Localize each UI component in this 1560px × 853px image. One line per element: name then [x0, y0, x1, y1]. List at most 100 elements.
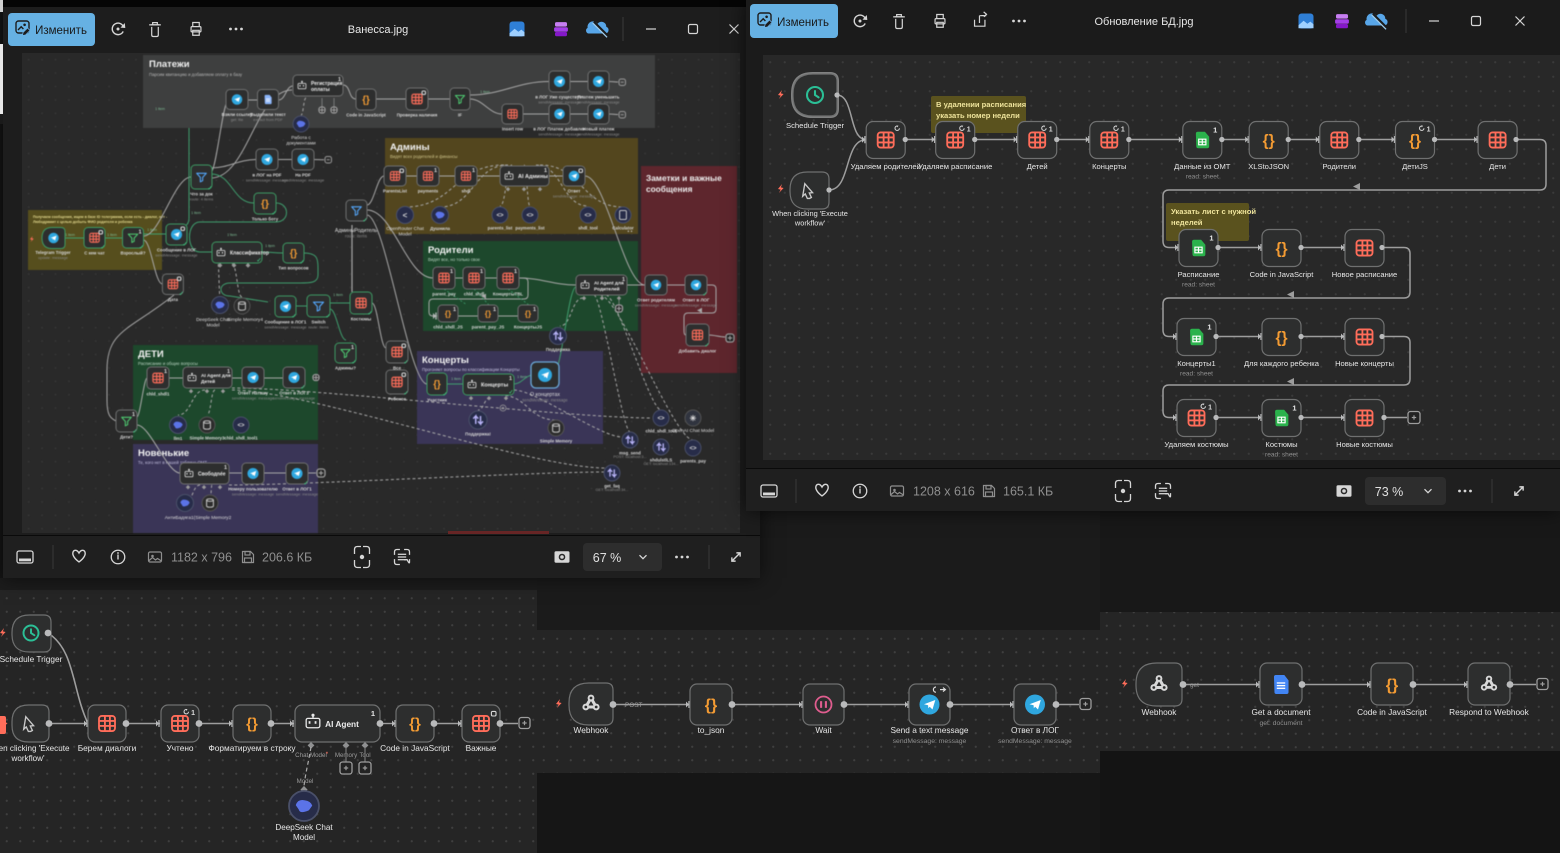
svg-text:Указать лист с нужной: Указать лист с нужной	[1171, 207, 1256, 216]
svg-text:When clicking 'Execute: When clicking 'Execute	[0, 744, 70, 753]
svg-text:read: sheet: read: sheet	[1180, 371, 1213, 378]
svg-text:Детей: Детей	[201, 378, 215, 385]
svg-text:parent_pay: parent_pay	[432, 292, 456, 297]
svg-text:КонцертыTBL: КонцертыTBL	[493, 292, 524, 297]
svg-text:Свободnée: Свободnée	[198, 471, 226, 478]
svg-text:• •: • •	[628, 229, 633, 235]
svg-text:payments_list: payments_list	[515, 226, 545, 231]
svg-text:{}: {}	[246, 716, 258, 733]
svg-text:Форматируем в строку: Форматируем в строку	[208, 743, 296, 753]
svg-text:sendMessage: message: sendMessage: message	[232, 396, 274, 401]
svg-text:1: 1	[1213, 126, 1217, 135]
svg-text:sendMessage: message: sendMessage: message	[538, 132, 580, 137]
svg-text:Chat Model: Chat Model	[295, 752, 327, 759]
svg-text:Ребенок: Ребенок	[388, 397, 407, 402]
svg-text:DeepSeek Chat: DeepSeek Chat	[196, 317, 231, 323]
svg-text:1 item: 1 item	[155, 107, 165, 111]
svg-text:✓: ✓	[403, 360, 408, 366]
svg-text:Webhook: Webhook	[574, 725, 610, 735]
svg-text:chld_shdl_JS: chld_shdl_JS	[433, 325, 463, 330]
svg-text:1: 1	[544, 168, 547, 174]
svg-text:Расписание: Расписание	[1178, 270, 1220, 279]
svg-text:Дети?: Дети?	[120, 435, 133, 440]
svg-text:1: 1	[1292, 404, 1296, 413]
svg-text:parents_list: parents_list	[488, 226, 513, 231]
svg-text:update: message: update: message	[38, 255, 68, 260]
svg-text:1: 1	[224, 465, 227, 471]
svg-text:АнтиБадяга1(Simple Memory2: АнтиБадяга1(Simple Memory2	[165, 515, 232, 521]
svg-text:73 %: 73 %	[1375, 485, 1404, 499]
svg-text:В удалении расписания: В удалении расписания	[936, 100, 1026, 109]
svg-text:{}: {}	[290, 248, 298, 259]
svg-text:OpenAI Chat Model: OpenAI Chat Model	[672, 428, 714, 434]
svg-text:Админы?: Админы?	[335, 366, 356, 371]
svg-text:1 item: 1 item	[265, 244, 275, 248]
svg-text:С кем чат: С кем чат	[84, 251, 105, 256]
svg-text:1 item: 1 item	[191, 211, 201, 215]
svg-text:{}: {}	[409, 716, 421, 733]
svg-text:Родителей: Родителей	[594, 286, 620, 293]
svg-text:Душнила: Душнила	[430, 226, 450, 231]
svg-text:parents_pay: parents_pay	[680, 459, 706, 464]
svg-text:сообщения: сообщения	[646, 184, 693, 194]
svg-text:Концерты: Концерты	[1092, 162, 1126, 171]
svg-text:shdl_tool: shdl_tool	[578, 226, 598, 231]
svg-text:sendMessage: message: sendMessage: message	[273, 396, 315, 401]
svg-text:1 item: 1 item	[65, 233, 75, 237]
svg-text:1 item: 1 item	[107, 233, 117, 237]
svg-text:ДЕТИ: ДЕТИ	[138, 349, 164, 360]
svg-text:Платежи: Платежи	[149, 59, 190, 70]
svg-text:route: items: route: items	[308, 325, 328, 330]
svg-text:Code in JavaScript: Code in JavaScript	[1357, 707, 1427, 717]
svg-text:parent_pay_JS: parent_pay_JS	[472, 325, 505, 330]
svg-text:route: items: route: items	[345, 234, 367, 239]
svg-text:shdl: shdl	[461, 189, 470, 194]
svg-text:✳: ✳	[690, 414, 697, 423]
svg-text:165.1 КБ: 165.1 КБ	[1003, 485, 1053, 499]
svg-text:Костюмы: Костюмы	[351, 317, 372, 322]
svg-text:OpenRouter Chat: OpenRouter Chat	[386, 226, 424, 232]
svg-text:Ответ в ЛОГ: Ответ в ЛОГ	[1011, 725, 1060, 735]
svg-text:Админы: Админы	[390, 142, 430, 153]
svg-text:Новые костюмы: Новые костюмы	[1336, 440, 1393, 449]
svg-text:sendMessage: message: sendMessage: message	[282, 178, 324, 183]
svg-text:1208 x 616: 1208 x 616	[913, 485, 975, 499]
svg-text:Insert row: Insert row	[502, 127, 524, 132]
svg-text:read: sheet: read: sheet	[1186, 174, 1219, 181]
svg-text:<>: <>	[689, 446, 697, 452]
svg-text:✓: ✓	[508, 390, 513, 396]
svg-text:Концерты1: Концерты1	[1177, 359, 1216, 368]
svg-text:{}: {}	[1275, 240, 1287, 257]
svg-text:1: 1	[351, 345, 354, 351]
svg-text:sendMessage: message: sendMessage: message	[276, 492, 318, 497]
svg-text:ParentsList: ParentsList	[383, 189, 407, 194]
svg-text:POST: POST	[625, 702, 642, 709]
svg-text:Классификатор: Классификатор	[230, 250, 269, 257]
svg-text:Учтено: Учтено	[166, 743, 193, 753]
svg-text:workflow': workflow'	[10, 754, 44, 763]
svg-text:✓: ✓	[256, 258, 261, 264]
svg-text:Костюмы: Костюмы	[1265, 440, 1297, 449]
svg-text:Получаем сообщения, ищем в баз: Получаем сообщения, ищем в базе ID телег…	[33, 215, 168, 219]
svg-text:1: 1	[514, 269, 517, 275]
svg-text:1: 1	[453, 307, 456, 313]
svg-text:Важные: Важные	[466, 743, 497, 753]
svg-text:✓: ✓	[325, 314, 330, 320]
svg-text:Ванесса.jpg: Ванесса.jpg	[348, 24, 409, 36]
svg-text:GET: localhost:34...: GET: localhost:34...	[596, 488, 629, 492]
svg-text:read: sheet: read: sheet	[1182, 282, 1215, 289]
svg-text:{}: {}	[261, 199, 269, 210]
svg-text:DeepSeek Chat: DeepSeek Chat	[275, 823, 333, 832]
svg-text:Новое расписание: Новое расписание	[1332, 270, 1398, 279]
svg-text:неделей: неделей	[1171, 218, 1203, 227]
svg-text:sendMessage: message: sendMessage: message	[577, 132, 619, 137]
svg-text:Обновление БД.jpg: Обновление БД.jpg	[1095, 16, 1194, 28]
svg-text:sendMessage: message: sendMessage: message	[553, 194, 595, 199]
svg-text:Работа с: Работа с	[291, 135, 311, 141]
svg-text:<>: <>	[584, 213, 592, 219]
svg-text:1: 1	[1208, 404, 1212, 411]
svg-text:1: 1	[1207, 323, 1211, 332]
svg-text:Парсим квитанцию и добавляем о: Парсим квитанцию и добавляем оплату в ба…	[149, 72, 243, 77]
svg-text:1: 1	[967, 126, 971, 133]
svg-text:Model: Model	[206, 323, 219, 329]
